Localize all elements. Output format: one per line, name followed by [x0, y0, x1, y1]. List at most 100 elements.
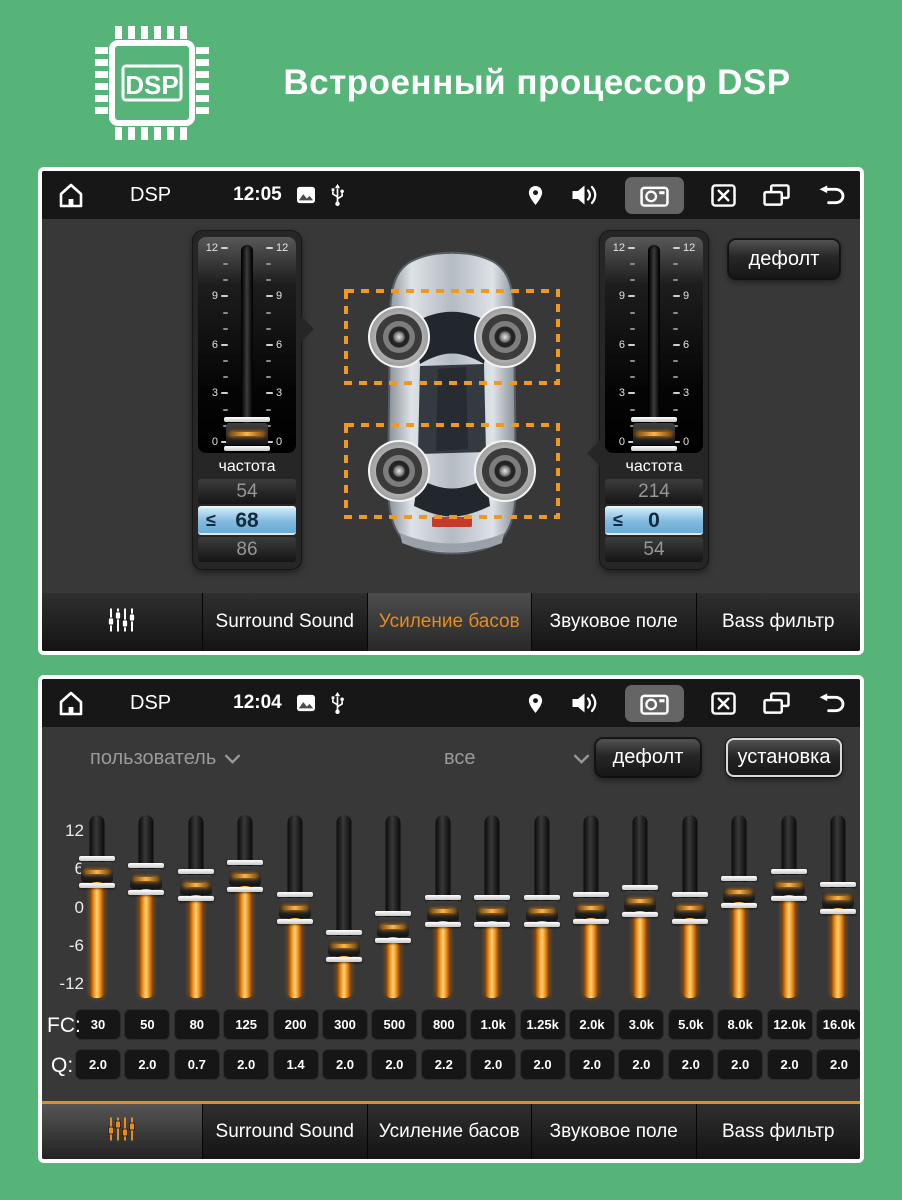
volume-icon[interactable]	[571, 184, 598, 206]
fc-value-chip[interactable]: 500	[371, 1009, 417, 1040]
eq-band-slider-12.0k[interactable]	[769, 815, 809, 1000]
recent-apps-icon[interactable]	[763, 692, 790, 715]
tab-bass-filter[interactable]: Bass фильтр	[696, 593, 861, 651]
fader-rail[interactable]	[648, 245, 660, 445]
q-value-chip[interactable]: 2.0	[767, 1049, 813, 1080]
q-value-chip[interactable]: 2.2	[421, 1049, 467, 1080]
eq-handle[interactable]	[425, 895, 461, 927]
volume-icon[interactable]	[571, 692, 598, 714]
back-icon[interactable]	[817, 185, 846, 206]
tab-bass-boost[interactable]: Усиление басов	[367, 593, 532, 651]
fc-value-chip[interactable]: 80	[174, 1009, 220, 1040]
q-value-chip[interactable]: 2.0	[520, 1049, 566, 1080]
eq-handle[interactable]	[771, 869, 807, 901]
fc-value-chip[interactable]: 1.25k	[520, 1009, 566, 1040]
tab-bass-filter[interactable]: Bass фильтр	[696, 1104, 861, 1159]
frequency-option[interactable]: 214	[605, 479, 703, 504]
eq-band-slider-8.0k[interactable]	[719, 815, 759, 1000]
eq-band-slider-300[interactable]	[324, 815, 364, 1000]
tab-surround-sound[interactable]: Surround Sound	[202, 593, 367, 651]
q-value-chip[interactable]: 0.7	[174, 1049, 220, 1080]
channel-dropdown[interactable]: все	[444, 747, 590, 770]
q-value-chip[interactable]: 2.0	[569, 1049, 615, 1080]
q-value-chip[interactable]: 2.0	[223, 1049, 269, 1080]
q-value-chip[interactable]: 2.0	[75, 1049, 121, 1080]
q-value-chip[interactable]: 1.4	[273, 1049, 319, 1080]
fc-value-chip[interactable]: 800	[421, 1009, 467, 1040]
eq-band-slider-16.0k[interactable]	[818, 815, 858, 1000]
left-crossover-fader[interactable]: 129630129630	[198, 237, 296, 453]
fc-value-chip[interactable]: 125	[223, 1009, 269, 1040]
default-button[interactable]: дефолт	[595, 738, 701, 777]
eq-handle[interactable]	[128, 863, 164, 895]
fc-value-chip[interactable]: 12.0k	[767, 1009, 813, 1040]
fc-value-chip[interactable]: 300	[322, 1009, 368, 1040]
location-icon[interactable]	[527, 185, 544, 206]
eq-handle[interactable]	[227, 860, 263, 892]
camera-button[interactable]	[625, 685, 684, 722]
tab-sound-field[interactable]: Звуковое поле	[531, 1104, 696, 1159]
eq-handle[interactable]	[672, 892, 708, 924]
fader-rail[interactable]	[241, 245, 253, 445]
eq-band-slider-5.0k[interactable]	[670, 815, 710, 1000]
tab-equalizer[interactable]	[42, 1104, 202, 1159]
fc-value-chip[interactable]: 50	[124, 1009, 170, 1040]
q-value-chip[interactable]: 2.0	[322, 1049, 368, 1080]
eq-handle[interactable]	[820, 882, 856, 914]
q-value-chip[interactable]: 2.0	[668, 1049, 714, 1080]
eq-handle[interactable]	[277, 892, 313, 924]
q-value-chip[interactable]: 2.0	[124, 1049, 170, 1080]
eq-band-slider-500[interactable]	[373, 815, 413, 1000]
preset-dropdown[interactable]: пользователь	[90, 747, 241, 770]
default-button[interactable]: дефолт	[728, 239, 840, 279]
fader-handle[interactable]	[224, 417, 270, 451]
q-value-chip[interactable]: 2.0	[717, 1049, 763, 1080]
fc-value-chip[interactable]: 30	[75, 1009, 121, 1040]
close-app-icon[interactable]	[711, 184, 736, 207]
eq-handle[interactable]	[178, 869, 214, 901]
eq-band-slider-80[interactable]	[176, 815, 216, 1000]
home-icon[interactable]	[56, 182, 86, 208]
eq-band-slider-200[interactable]	[275, 815, 315, 1000]
fc-value-chip[interactable]: 200	[273, 1009, 319, 1040]
frequency-option[interactable]: 54	[605, 537, 703, 562]
eq-band-slider-2.0k[interactable]	[571, 815, 611, 1000]
eq-handle[interactable]	[375, 911, 411, 943]
eq-handle[interactable]	[622, 885, 658, 917]
eq-handle[interactable]	[524, 895, 560, 927]
tab-bass-boost[interactable]: Усиление басов	[367, 1104, 532, 1159]
eq-band-slider-800[interactable]	[423, 815, 463, 1000]
q-value-chip[interactable]: 2.0	[618, 1049, 664, 1080]
location-icon[interactable]	[527, 693, 544, 714]
eq-band-slider-1.0k[interactable]	[472, 815, 512, 1000]
fader-handle[interactable]	[631, 417, 677, 451]
frequency-option-selected[interactable]: ≤68	[198, 506, 296, 535]
right-crossover-fader[interactable]: 129630129630	[605, 237, 703, 453]
fc-value-chip[interactable]: 1.0k	[470, 1009, 516, 1040]
eq-handle[interactable]	[573, 892, 609, 924]
frequency-option[interactable]: 54	[198, 479, 296, 504]
frequency-option[interactable]: 86	[198, 537, 296, 562]
close-app-icon[interactable]	[711, 692, 736, 715]
tab-sound-field[interactable]: Звуковое поле	[531, 593, 696, 651]
eq-band-slider-50[interactable]	[126, 815, 166, 1000]
q-value-chip[interactable]: 2.0	[816, 1049, 862, 1080]
eq-band-slider-3.0k[interactable]	[620, 815, 660, 1000]
q-value-chip[interactable]: 2.0	[470, 1049, 516, 1080]
fc-value-chip[interactable]: 8.0k	[717, 1009, 763, 1040]
eq-band-slider-125[interactable]	[225, 815, 265, 1000]
q-value-chip[interactable]: 2.0	[371, 1049, 417, 1080]
eq-handle[interactable]	[326, 930, 362, 962]
fc-value-chip[interactable]: 16.0k	[816, 1009, 862, 1040]
eq-band-slider-1.25k[interactable]	[522, 815, 562, 1000]
eq-band-slider-30[interactable]	[77, 815, 117, 1000]
eq-handle[interactable]	[474, 895, 510, 927]
camera-button[interactable]	[625, 177, 684, 214]
fc-value-chip[interactable]: 2.0k	[569, 1009, 615, 1040]
recent-apps-icon[interactable]	[763, 184, 790, 207]
frequency-option-selected[interactable]: ≤0	[605, 506, 703, 535]
home-icon[interactable]	[56, 690, 86, 716]
fc-value-chip[interactable]: 3.0k	[618, 1009, 664, 1040]
eq-handle[interactable]	[79, 856, 115, 888]
eq-handle[interactable]	[721, 876, 757, 908]
